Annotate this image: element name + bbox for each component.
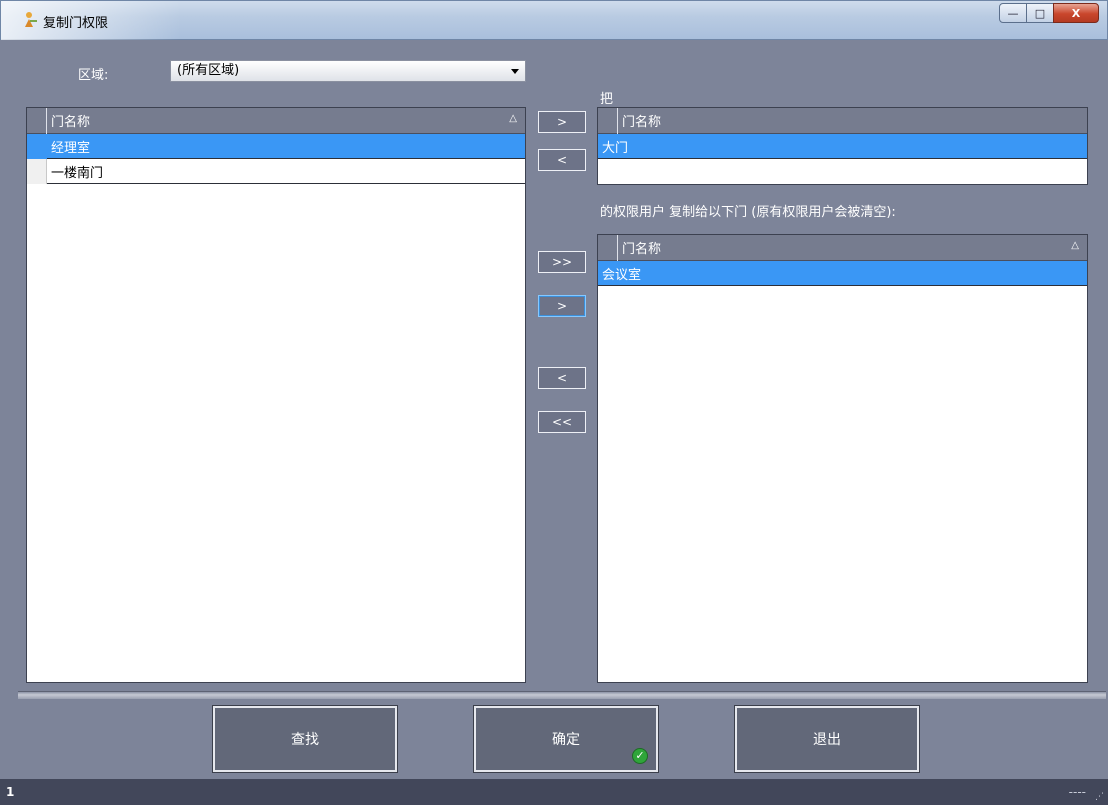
confirm-button-label: 确定: [552, 732, 580, 748]
available-doors-grid: 门名称 △ 经理室 一楼南门: [26, 107, 526, 683]
minimize-button[interactable]: —: [999, 3, 1027, 23]
double-chevron-right-icon: >>: [551, 255, 573, 269]
remove-target-door-button[interactable]: <: [538, 367, 586, 389]
door-name-cell: 会议室: [602, 267, 642, 283]
find-button-label: 查找: [291, 732, 319, 748]
source-door-label: 把: [600, 92, 614, 107]
resize-grip-icon[interactable]: ⋰: [1095, 792, 1104, 802]
region-label: 区域:: [78, 68, 109, 83]
region-select[interactable]: (所有区域): [170, 60, 526, 82]
close-button[interactable]: X: [1053, 3, 1099, 23]
grid-header[interactable]: 门名称 △: [27, 108, 525, 134]
door-name-cell: 经理室: [51, 140, 91, 156]
window-title: 复制门权限: [43, 16, 109, 31]
exit-button[interactable]: 退出: [734, 705, 920, 773]
status-indicator: ----: [1068, 785, 1086, 799]
dialog-body: 区域: (所有区域) 门名称 △ 经理室 一楼南门 > < 把 门名称 大门 的…: [0, 40, 1108, 805]
chevron-left-icon: <: [556, 371, 568, 385]
table-row[interactable]: 会议室: [598, 261, 1087, 286]
sort-ascending-icon: △: [509, 113, 517, 124]
door-name-cell: 大门: [602, 140, 629, 156]
chevron-left-icon: <: [556, 153, 568, 167]
row-header: [27, 158, 47, 184]
window-controls: — □ X: [999, 3, 1099, 23]
target-doors-grid: 门名称 △ 会议室: [597, 234, 1088, 683]
column-header-door-name: 门名称: [622, 242, 662, 257]
add-all-target-doors-button[interactable]: >>: [538, 251, 586, 273]
check-circle-icon: ✓: [632, 748, 648, 764]
double-chevron-left-icon: <<: [551, 415, 573, 429]
chevron-down-icon: [511, 69, 519, 74]
add-target-door-button[interactable]: >: [538, 295, 586, 317]
confirm-button[interactable]: 确定 ✓: [473, 705, 659, 773]
status-bar: 1 ---- ⋰: [0, 779, 1108, 805]
table-row[interactable]: 经理室: [27, 133, 525, 159]
chevron-right-icon: >: [556, 299, 568, 313]
exit-button-label: 退出: [813, 732, 841, 748]
chevron-right-icon: >: [556, 115, 568, 129]
grid-header[interactable]: 门名称 △: [598, 235, 1087, 261]
add-source-door-button[interactable]: >: [538, 111, 586, 133]
splitter-divider[interactable]: [18, 691, 1106, 699]
grid-corner: [600, 108, 618, 134]
sort-ascending-icon: △: [1071, 240, 1079, 251]
source-door-grid: 门名称 大门: [597, 107, 1088, 185]
column-header-door-name: 门名称: [51, 115, 91, 130]
table-row[interactable]: 一楼南门: [27, 158, 525, 184]
app-icon: [25, 12, 37, 27]
grid-corner: [29, 108, 47, 134]
close-icon: X: [1071, 6, 1081, 20]
column-header-door-name: 门名称: [622, 115, 662, 130]
target-doors-label: 的权限用户 复制给以下门 (原有权限用户会被清空):: [600, 205, 896, 220]
region-select-value: (所有区域): [177, 63, 240, 78]
row-header: [27, 133, 47, 159]
grid-header[interactable]: 门名称: [598, 108, 1087, 134]
maximize-icon: □: [1034, 6, 1046, 20]
remove-source-door-button[interactable]: <: [538, 149, 586, 171]
remove-all-target-doors-button[interactable]: <<: [538, 411, 586, 433]
find-button[interactable]: 查找: [212, 705, 398, 773]
door-name-cell: 一楼南门: [51, 165, 104, 181]
grid-corner: [600, 235, 618, 261]
maximize-button[interactable]: □: [1026, 3, 1054, 23]
minimize-icon: —: [1007, 6, 1019, 20]
table-row[interactable]: 大门: [598, 134, 1087, 159]
title-bar[interactable]: 复制门权限 — □ X: [0, 0, 1108, 41]
status-record-count: 1: [6, 785, 15, 799]
